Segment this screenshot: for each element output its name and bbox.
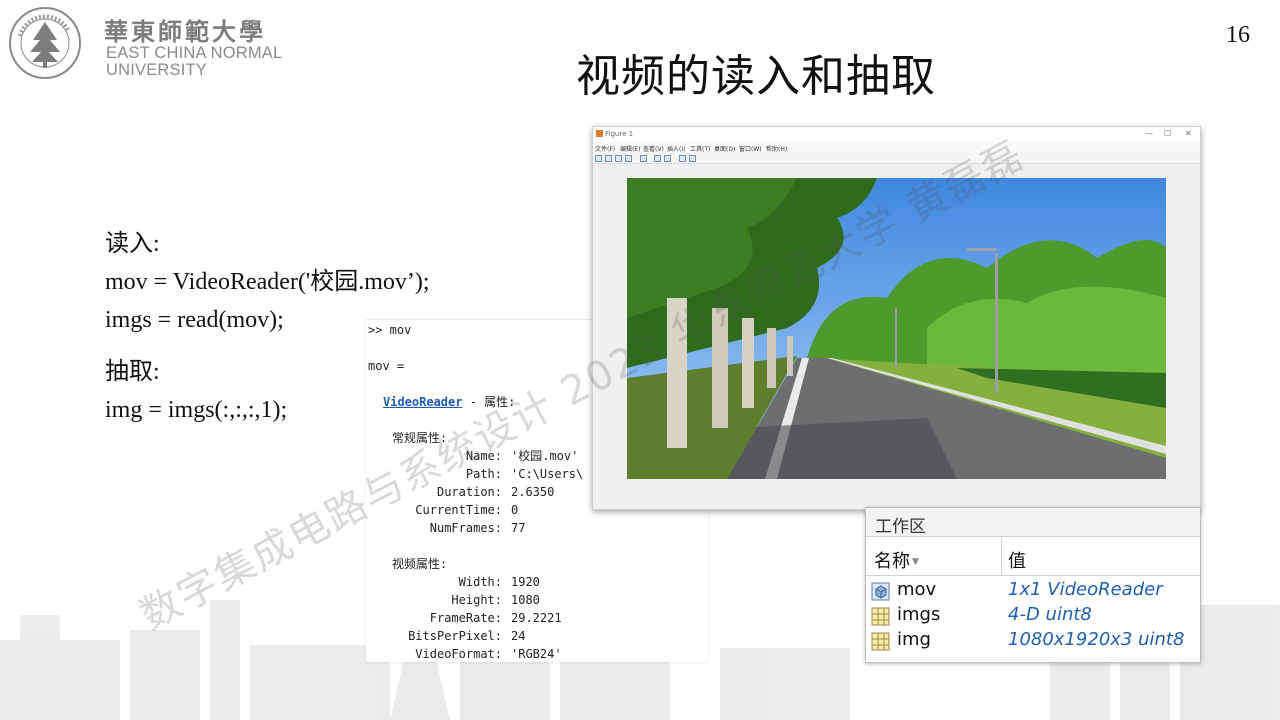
property-value: 0 (511, 503, 519, 517)
console-assign: mov = (368, 359, 405, 373)
workspace-panel: 工作区 名称 ▼ 值 mov 1x1 VideoReader imgs 4-D u… (865, 507, 1201, 663)
sort-caret-icon: ▼ (912, 557, 919, 567)
matlab-icon (596, 130, 603, 137)
slide-title: 视频的读入和抽取 (576, 51, 936, 102)
property-key: BitsPerPixel: (408, 629, 502, 643)
property-key: Width: (458, 575, 502, 589)
figure-menu-bar: 文件(F) 编辑(E) 查看(V) 插入(I) 工具(T) 桌面(D) 窗口(W… (593, 142, 1200, 153)
new-figure-icon[interactable] (595, 155, 602, 162)
university-seal-icon (9, 7, 81, 79)
variable-name: img (897, 629, 931, 650)
logo-chinese-name: 華東師範大學 (104, 17, 266, 46)
minimize-button[interactable]: — (1145, 129, 1153, 138)
insert-colorbar-icon[interactable] (654, 155, 661, 162)
property-value: '校园.mov' (511, 449, 579, 463)
property-key: FrameRate: (429, 611, 502, 625)
figure-title-bar[interactable]: Figure 1 — ☐ ✕ (593, 127, 1200, 142)
workspace-row-img[interactable]: img 1080x1920x3 uint8 (866, 629, 1200, 654)
property-value: 1920 (511, 575, 540, 589)
property-key: VideoFormat: (415, 647, 502, 661)
edit-plot-icon[interactable] (679, 155, 686, 162)
workspace-row-mov[interactable]: mov 1x1 VideoReader (866, 579, 1200, 604)
close-button[interactable]: ✕ (1185, 129, 1192, 138)
column-header-name[interactable]: 名称 ▼ (874, 547, 919, 573)
property-inspector-icon[interactable] (689, 155, 696, 162)
property-value: 2.6350 (511, 485, 555, 499)
matrix-icon (871, 632, 890, 651)
object-icon (871, 582, 890, 601)
property-value: 1080 (511, 593, 540, 607)
logo-english-name: EAST CHINA NORMAL UNIVERSITY (106, 45, 282, 79)
property-key: Height: (451, 593, 502, 607)
property-value: 77 (511, 521, 526, 535)
videoreader-link[interactable]: VideoReader (383, 395, 462, 409)
print-icon[interactable] (625, 155, 632, 162)
console-prompt: >> mov (368, 323, 412, 337)
column-divider[interactable] (1001, 538, 1002, 576)
read-heading: 读入: (105, 231, 160, 257)
property-value: 'RGB24' (511, 647, 562, 661)
property-value: 24 (511, 629, 526, 643)
variable-name: imgs (897, 604, 941, 625)
workspace-header: 名称 ▼ 值 (866, 538, 1200, 576)
column-header-name-label: 名称 (874, 551, 910, 572)
insert-legend-icon[interactable] (664, 155, 671, 162)
university-logo: 華東師範大學 EAST CHINA NORMAL UNIVERSITY (8, 6, 298, 80)
code-line: mov = VideoReader('校园.mov’); (105, 269, 430, 295)
property-value: 29.2221 (511, 611, 562, 625)
column-header-value[interactable]: 值 (1008, 547, 1026, 573)
video-properties-heading: 视频属性: (392, 557, 448, 571)
matrix-icon (871, 607, 890, 626)
maximize-button[interactable]: ☐ (1164, 129, 1171, 138)
link-plot-icon[interactable] (640, 155, 647, 162)
property-key: NumFrames: (429, 521, 502, 535)
logo-english-line2: UNIVERSITY (106, 61, 208, 79)
workspace-row-imgs[interactable]: imgs 4-D uint8 (866, 604, 1200, 629)
variable-value: 4-D uint8 (1008, 604, 1092, 625)
open-file-icon[interactable] (605, 155, 612, 162)
save-icon[interactable] (615, 155, 622, 162)
property-value: 'C:\Users\ (511, 467, 584, 481)
variable-value: 1080x1920x3 uint8 (1008, 629, 1185, 650)
figure-toolbar (593, 152, 1200, 164)
variable-value: 1x1 VideoReader (1008, 579, 1163, 600)
variable-name: mov (897, 579, 937, 600)
figure-title: Figure 1 (605, 130, 634, 138)
logo-english-line1: EAST CHINA NORMAL (106, 44, 283, 62)
page-number: 16 (1226, 22, 1250, 48)
workspace-title: 工作区 (866, 508, 1200, 537)
